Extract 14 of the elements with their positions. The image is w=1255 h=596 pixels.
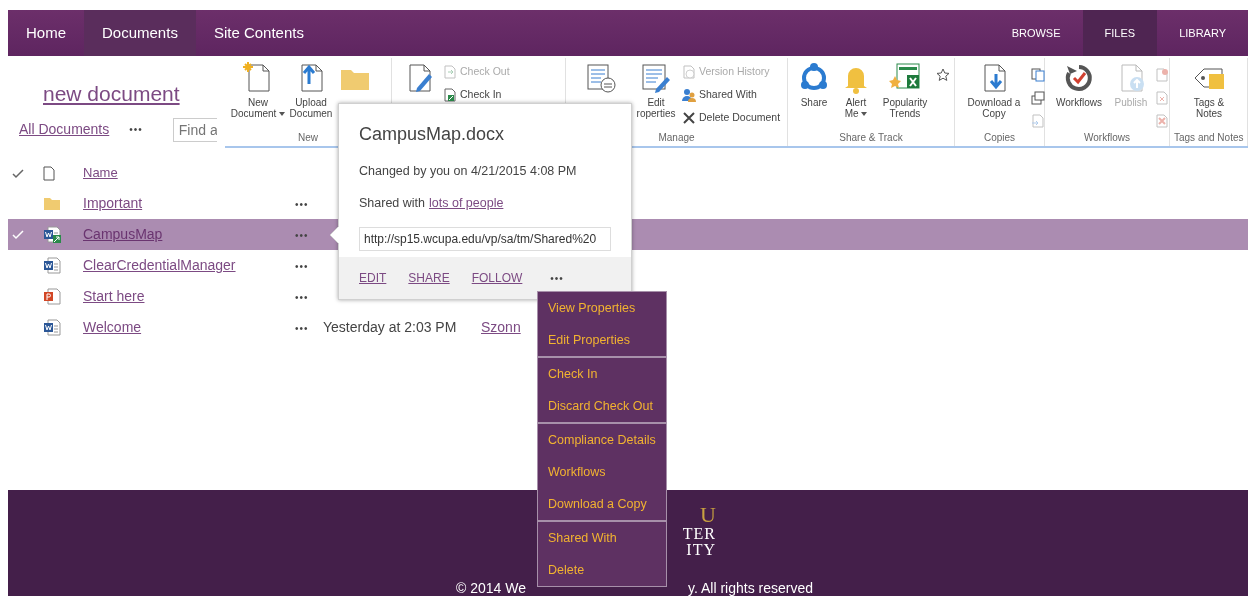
ribbon-group-label: Workflows [1083, 131, 1131, 145]
modified-date: Yesterday at 2:03 PM [323, 318, 458, 337]
ribbon-group-label: Tags and Notes [1174, 131, 1243, 145]
callout-title: CampusMap.docx [359, 123, 506, 146]
logo-text: TER [682, 526, 716, 542]
ribbon-group-label: Manage [657, 131, 696, 145]
copyright-text: y. All rights reserved [688, 579, 813, 596]
logo-text: U [700, 504, 716, 526]
ribbon-group-label: Share & Track [838, 131, 904, 145]
copyright-text: © 2014 We [456, 579, 526, 596]
ribbon-group-label: Copies [982, 131, 1017, 145]
changed-text: Changed by you on 4/21/2015 4:08 PM [359, 163, 578, 180]
logo-text: ITY [686, 542, 716, 558]
shared-text: Shared with [359, 194, 425, 212]
